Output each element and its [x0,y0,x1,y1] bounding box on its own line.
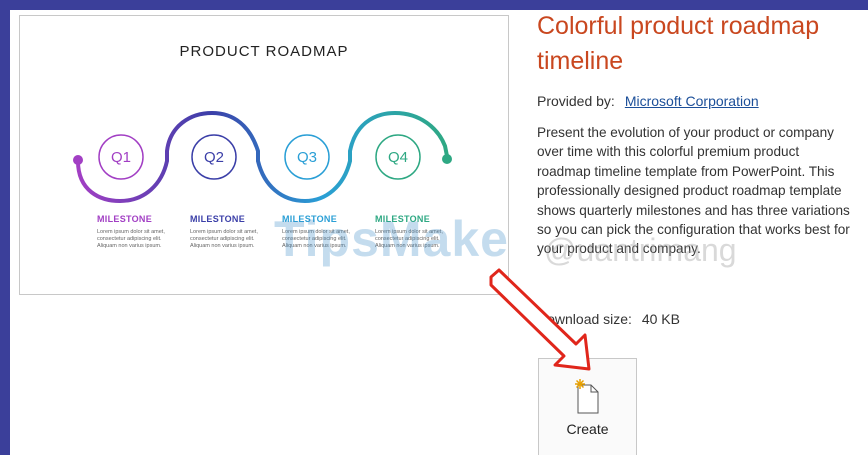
create-button-label: Create [566,421,609,437]
download-size-value: 40 KB [641,311,680,327]
provided-by-label: Provided by: [537,93,615,109]
milestone-2: MILESTONE Lorem ipsum dolor sit amet, co… [190,214,270,250]
template-preview: PRODUCT ROADMAP Q1 Q2 Q3 Q4 MILESTONE Lo… [19,15,509,295]
template-dialog: PRODUCT ROADMAP Q1 Q2 Q3 Q4 MILESTONE Lo… [10,10,868,455]
template-description: Present the evolution of your product or… [537,123,868,259]
milestone-3: MILESTONE Lorem ipsum dolor sit amet, co… [282,214,362,250]
roadmap-graphic: Q1 Q2 Q3 Q4 [73,110,452,204]
description-line: shows quarterly milestones and has three… [537,202,850,218]
description-line: over time with this colorful premium pro… [537,144,800,160]
description-line: professionally designed product roadmap … [537,183,842,199]
download-size-label: Download size: [537,311,632,327]
template-title: Colorful product roadmap timeline [537,12,820,75]
description-line: roadmap timeline template from PowerPoin… [537,163,835,179]
milestone-text: Lorem ipsum dolor sit amet, consectetur … [375,229,443,249]
wave-start-dot [73,155,83,165]
wave-end-dot [442,154,452,164]
milestone-text: Lorem ipsum dolor sit amet, consectetur … [97,229,165,249]
milestone-1: MILESTONE Lorem ipsum dolor sit amet, co… [97,214,177,250]
q1-label: Q1 [111,149,131,166]
milestone-title: MILESTONE [190,214,246,224]
q4-label: Q4 [388,149,408,166]
new-document-icon [575,379,599,414]
milestone-text: Lorem ipsum dolor sit amet, consectetur … [190,229,258,249]
q3-label: Q3 [297,149,317,166]
template-details: Colorful product roadmap timeline Provid… [537,10,868,259]
description-line: Present the evolution of your product or… [537,125,834,140]
description-line: your product and company. [537,241,701,257]
q2-label: Q2 [204,149,224,166]
milestone-title: MILESTONE [282,214,338,224]
provided-by: Provided by: Microsoft Corporation [537,93,868,109]
download-size: Download size: 40 KB [537,311,680,327]
provider-link[interactable]: Microsoft Corporation [625,93,759,109]
milestone-text: Lorem ipsum dolor sit amet, consectetur … [282,229,350,249]
milestone-4: MILESTONE Lorem ipsum dolor sit amet, co… [375,214,455,250]
milestone-title: MILESTONE [97,214,153,224]
create-button[interactable]: Create [538,358,637,455]
description-line: so you can pick the configuration that w… [537,222,850,238]
milestone-title: MILESTONE [375,214,431,224]
